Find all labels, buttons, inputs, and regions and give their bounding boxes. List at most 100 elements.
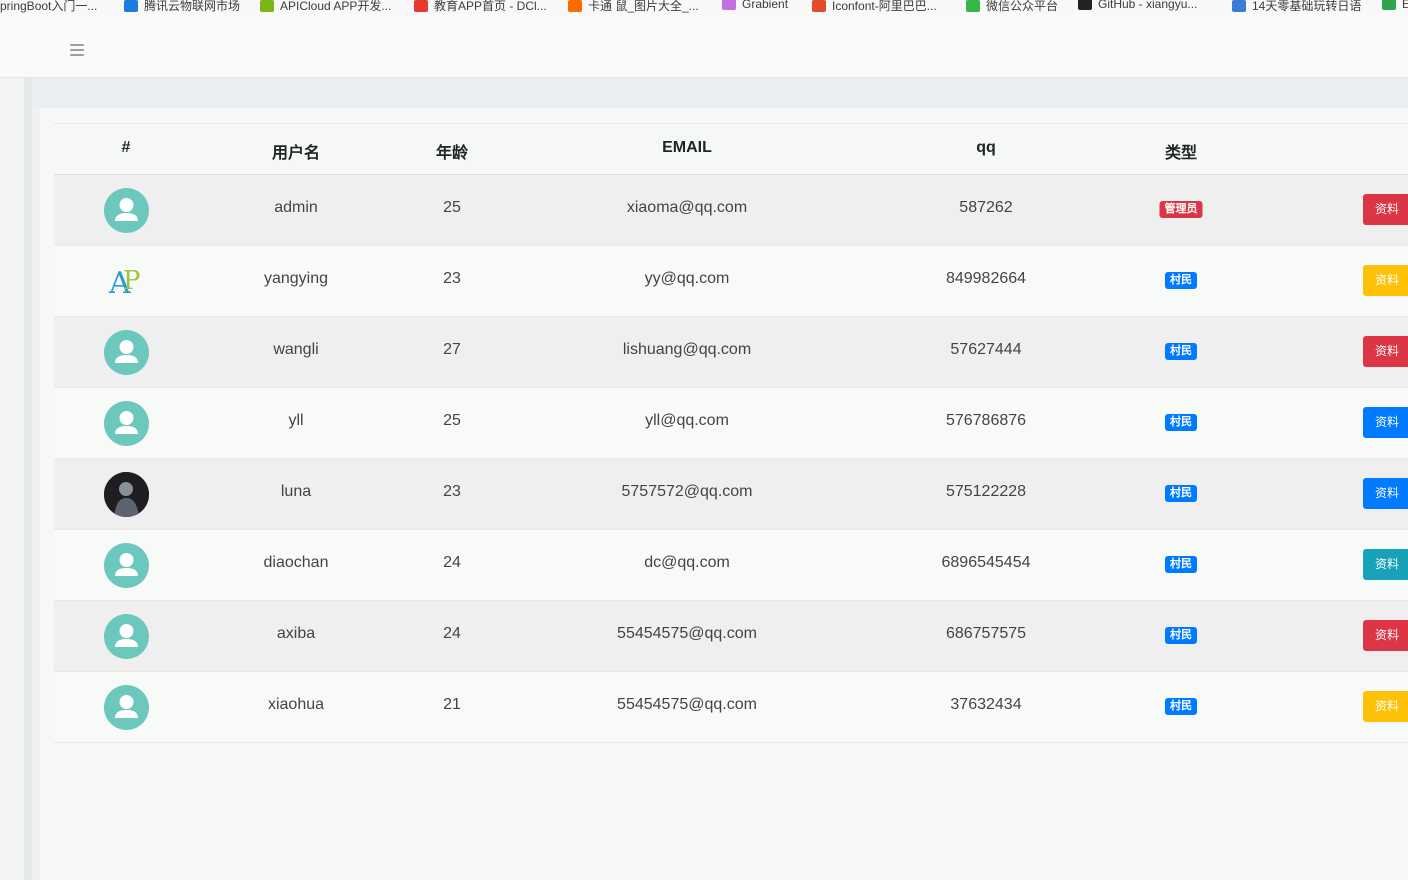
bookmark-item[interactable]: 腾讯云物联网市场 (124, 0, 240, 14)
default-avatar[interactable] (104, 543, 149, 588)
bookmark-label: 教育APP首页 - DCl... (434, 0, 547, 13)
username-cell: xiaohua (267, 696, 325, 713)
hamburger-icon[interactable] (70, 44, 84, 56)
profile-button[interactable]: 资料 (1363, 194, 1408, 225)
bookmark-item[interactable]: APICloud APP开发... (260, 0, 391, 14)
type-badge: 村民 (1165, 272, 1197, 289)
table-row: yll 25 yll@qq.com 576786876 村民 资料 (54, 388, 1408, 459)
profile-button[interactable]: 资料 (1363, 407, 1408, 438)
table-row: axiba 24 55454575@qq.com 686757575 村民 资料 (54, 601, 1408, 672)
bookmark-label: pringBoot入门一... (0, 0, 98, 13)
default-avatar[interactable] (104, 330, 149, 375)
sidebar-divider (24, 78, 32, 880)
bookmark-item[interactable]: E (1382, 0, 1408, 11)
github-icon (1078, 0, 1092, 10)
bookmark-label: 微信公众平台 (986, 0, 1059, 13)
qq-cell: 576786876 (945, 412, 1027, 429)
default-avatar[interactable] (104, 685, 149, 730)
table-body: admin 25 xiaoma@qq.com 587262 管理员 资料 A Pyangyin… (54, 175, 1408, 743)
bookmark-label: 卡通 鼠_图片大全_... (588, 0, 699, 13)
bookmark-item[interactable]: Grabient (722, 0, 788, 11)
email-cell: xiaoma@qq.com (626, 199, 748, 216)
email-cell: 5757572@qq.com (621, 483, 753, 500)
qq-cell: 6896545454 (941, 554, 1031, 571)
content-left-rail (32, 108, 40, 880)
age-cell: 23 (443, 483, 461, 500)
header-type: 类型 (1164, 145, 1198, 162)
bookmark-label: Iconfont-阿里巴巴... (832, 0, 937, 13)
bookmark-label: GitHub - xiangyu... (1098, 0, 1198, 11)
table-row: xiaohua 21 55454575@qq.com 37632434 村民 资料 (54, 672, 1408, 743)
age-cell: 25 (443, 412, 461, 429)
dcloud-icon (414, 0, 428, 12)
email-cell: lishuang@qq.com (622, 341, 752, 358)
bookmark-item[interactable]: 微信公众平台 (966, 0, 1058, 14)
email-cell: 55454575@qq.com (617, 696, 757, 713)
bookmark-item[interactable]: GitHub - xiangyu... (1078, 0, 1197, 11)
age-cell: 24 (443, 554, 461, 571)
doc-icon (1232, 0, 1246, 12)
email-cell: 55454575@qq.com (617, 625, 757, 642)
qq-cell: 587262 (959, 199, 1013, 216)
svg-text:P: P (123, 266, 141, 296)
qq-cell: 37632434 (950, 696, 1022, 713)
tencent-cloud-icon (124, 0, 138, 12)
bookmark-item[interactable]: Iconfont-阿里巴巴... (812, 0, 937, 14)
bookmark-label: 14天零基础玩转日语 (1252, 0, 1362, 13)
qq-cell: 575122228 (945, 483, 1027, 500)
bookmark-label: Grabient (742, 0, 789, 11)
sidebar (0, 78, 24, 880)
header-index: # (121, 139, 131, 156)
header-qq: qq (976, 139, 996, 156)
bookmarks-bar: pringBoot入门一... 腾讯云物联网市场 APICloud APP开发...… (0, 0, 1408, 14)
username-cell: yangying (263, 270, 329, 287)
default-avatar[interactable] (104, 614, 149, 659)
username-cell: luna (280, 483, 312, 500)
bookmark-item[interactable]: 14天零基础玩转日语 (1232, 0, 1361, 14)
email-cell: yy@qq.com (644, 270, 730, 287)
top-header (0, 14, 1408, 78)
profile-button[interactable]: 资料 (1363, 478, 1408, 509)
username-cell: admin (274, 199, 318, 216)
type-badge: 管理员 (1159, 201, 1203, 218)
qq-cell: 57627444 (950, 341, 1022, 358)
header-age: 年龄 (435, 145, 469, 162)
header-email: EMAIL (662, 139, 712, 156)
profile-button[interactable]: 资料 (1363, 691, 1408, 722)
wechat-icon (966, 0, 980, 12)
qq-cell: 849982664 (945, 270, 1027, 287)
table-row: diaochan 24 dc@qq.com 6896545454 村民 资料 (54, 530, 1408, 601)
bookmark-label: APICloud APP开发... (280, 0, 392, 13)
photo-avatar[interactable] (104, 472, 149, 517)
type-badge: 村民 (1165, 343, 1197, 360)
type-badge: 村民 (1165, 485, 1197, 502)
profile-button[interactable]: 资料 (1363, 265, 1408, 296)
profile-button[interactable]: 资料 (1363, 549, 1408, 580)
bookmark-item[interactable]: 卡通 鼠_图片大全_... (568, 0, 699, 14)
apicloud-icon (260, 0, 274, 12)
qq-cell: 686757575 (945, 625, 1027, 642)
bookmark-item[interactable]: pringBoot入门一... (0, 0, 97, 14)
table-row: admin 25 xiaoma@qq.com 587262 管理员 资料 (54, 175, 1408, 246)
age-cell: 23 (443, 270, 461, 287)
content-top-strip (32, 78, 1408, 108)
table-row: luna 23 5757572@qq.com 575122228 村民 资料 (54, 459, 1408, 530)
default-avatar[interactable] (104, 188, 149, 233)
bookmark-item[interactable]: 教育APP首页 - DCl... (414, 0, 547, 14)
age-cell: 21 (443, 696, 461, 713)
profile-button[interactable]: 资料 (1363, 620, 1408, 651)
default-avatar[interactable] (104, 401, 149, 446)
age-cell: 27 (443, 341, 461, 358)
table-row: A P yangying 23 yy@qq.com 849982664 村民 资料 (54, 246, 1408, 317)
email-cell: yll@qq.com (645, 412, 729, 429)
header-username: 用户名 (271, 145, 321, 162)
email-cell: dc@qq.com (644, 554, 730, 571)
photo-site-icon (568, 0, 582, 12)
age-cell: 25 (443, 199, 461, 216)
ap-logo-avatar[interactable]: AP (104, 259, 149, 304)
table-header: # 用户名 年龄 EMAIL qq 类型 (54, 123, 1408, 175)
profile-button[interactable]: 资料 (1363, 336, 1408, 367)
username-cell: diaochan (263, 554, 329, 571)
e-icon (1382, 0, 1396, 10)
type-badge: 村民 (1165, 627, 1197, 644)
